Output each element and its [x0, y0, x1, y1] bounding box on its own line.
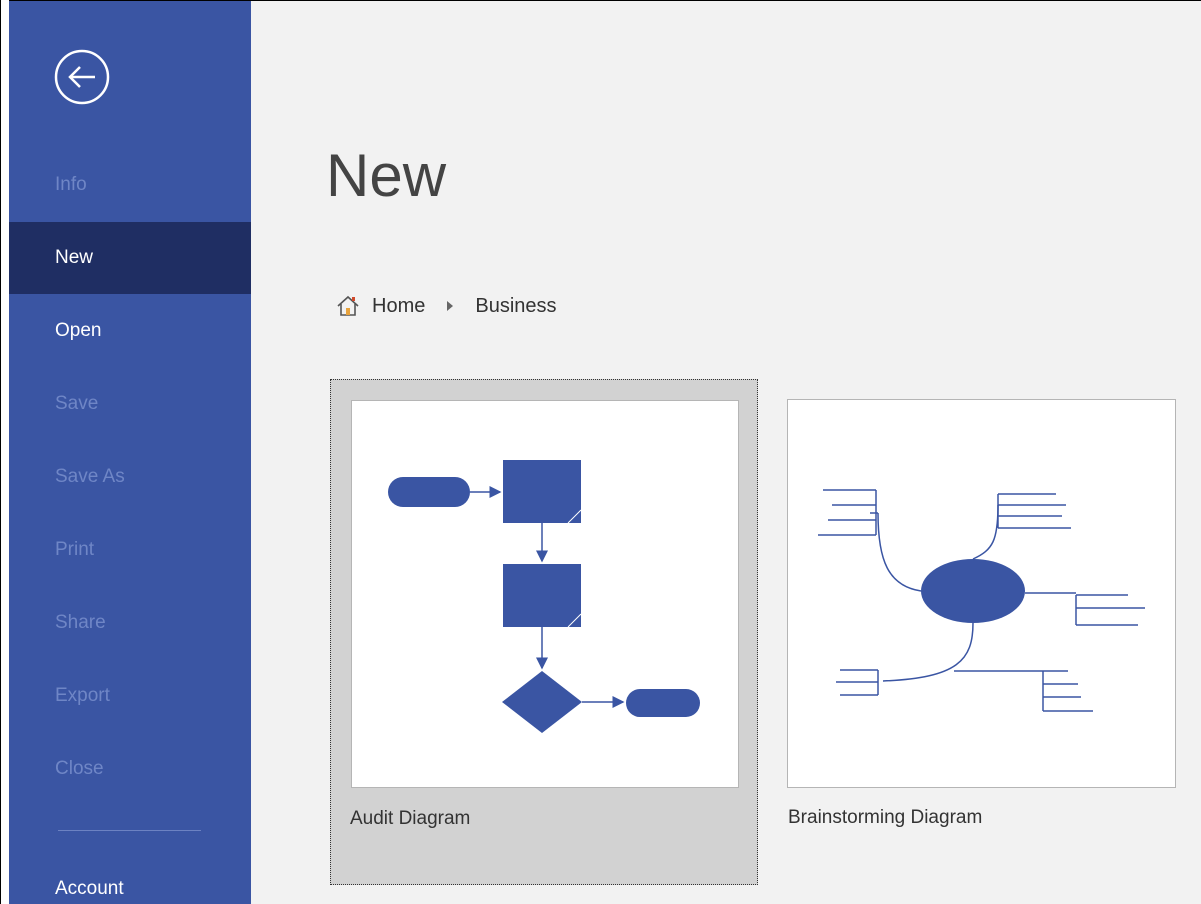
- sidebar-item-share[interactable]: Share: [9, 587, 251, 659]
- sidebar-item-label: Export: [55, 685, 110, 706]
- backstage-view: Info New Open Save Save As Print Share E…: [0, 0, 1201, 904]
- sidebar-divider: [58, 830, 201, 831]
- sidebar-item-info[interactable]: Info: [9, 149, 251, 221]
- window-border-left: [0, 0, 9, 904]
- sidebar-item-label: Share: [55, 612, 106, 633]
- template-audit-diagram[interactable]: Audit Diagram: [330, 379, 758, 885]
- sidebar-item-save-as[interactable]: Save As: [9, 441, 251, 513]
- sidebar-item-label: Open: [55, 320, 102, 341]
- sidebar-item-save[interactable]: Save: [9, 368, 251, 440]
- sidebar-item-label: Info: [55, 174, 87, 195]
- breadcrumb-separator-icon: [447, 301, 454, 311]
- home-icon[interactable]: [336, 295, 360, 317]
- breadcrumb: Home Business: [336, 290, 557, 322]
- sidebar-item-label: Save As: [55, 466, 125, 487]
- backstage-sidebar: Info New Open Save Save As Print Share E…: [9, 1, 251, 904]
- sidebar-item-export[interactable]: Export: [9, 660, 251, 732]
- sidebar-item-label: Account: [55, 878, 124, 899]
- sidebar-item-label: Print: [55, 539, 95, 560]
- sidebar-item-label: Close: [55, 758, 104, 779]
- sidebar-item-account[interactable]: Account: [9, 853, 251, 904]
- template-caption: Brainstorming Diagram: [788, 807, 983, 828]
- template-caption: Audit Diagram: [350, 808, 471, 829]
- breadcrumb-business[interactable]: Business: [475, 295, 556, 318]
- sidebar-item-label: New: [55, 247, 94, 268]
- sidebar-item-close[interactable]: Close: [9, 733, 251, 805]
- page-title: New: [326, 142, 447, 209]
- back-arrow-icon: [54, 49, 110, 105]
- sidebar-item-label: Save: [55, 393, 99, 414]
- sidebar-item-open[interactable]: Open: [9, 295, 251, 367]
- sidebar-item-print[interactable]: Print: [9, 514, 251, 586]
- template-brainstorming-diagram[interactable]: Brainstorming Diagram: [787, 399, 1176, 849]
- brainstorming-diagram-thumbnail: [787, 399, 1176, 788]
- breadcrumb-home[interactable]: Home: [372, 295, 425, 318]
- audit-diagram-thumbnail: [351, 400, 739, 788]
- sidebar-item-new[interactable]: New: [9, 222, 251, 294]
- back-button[interactable]: [53, 48, 111, 106]
